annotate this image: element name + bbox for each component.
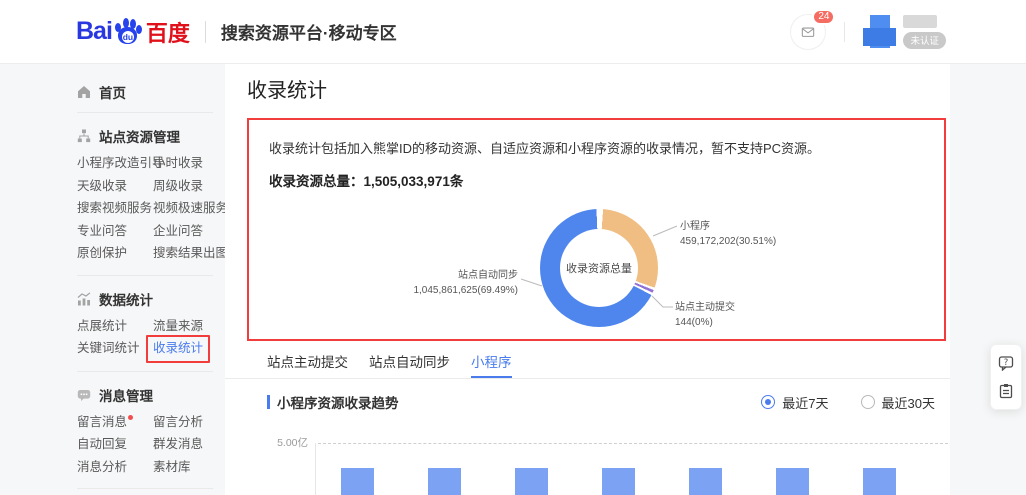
divider	[77, 371, 213, 372]
main-content: 收录统计 收录统计包括加入熊掌ID的移动资源、自适应资源和小程序资源的收录情况，…	[225, 64, 950, 495]
radio-icon	[861, 395, 875, 409]
sidebar-item-home[interactable]: 首页	[77, 82, 225, 102]
donut-center-label: 收录资源总量	[566, 260, 632, 276]
section-accent-bar	[267, 395, 270, 409]
sidebar-item[interactable]: 素材库	[153, 456, 225, 479]
donut-label-miniprogram: 小程序 459,172,202(30.51%)	[680, 219, 776, 249]
radio-last-30-days[interactable]: 最近30天	[861, 393, 935, 412]
trend-bar-chart[interactable]: 5.00亿	[225, 437, 950, 495]
sidebar-item[interactable]: 企业问答	[153, 220, 228, 243]
sidebar: 首页 站点资源管理 小程序改造引导 小时收录 天级收录 周级收录 搜索视频服务 …	[0, 64, 225, 495]
total-resources: 收录资源总量：1,505,033,971条	[269, 170, 463, 190]
tab-auto-sync[interactable]: 站点自动同步	[369, 351, 450, 378]
sidebar-item[interactable]: 小程序改造引导	[77, 152, 153, 175]
sidebar-item[interactable]: 关键词统计	[77, 337, 153, 361]
trend-bar[interactable]	[515, 468, 548, 495]
sidebar-item[interactable]: 搜索结果出图	[153, 242, 228, 265]
sidebar-item[interactable]: 小时收录	[153, 152, 228, 175]
radio-icon	[761, 395, 775, 409]
trend-bar[interactable]	[689, 468, 722, 495]
overview-description: 收录统计包括加入熊掌ID的移动资源、自适应资源和小程序资源的收录情况，暂不支持P…	[269, 138, 820, 157]
donut-hole: 收录资源总量	[560, 229, 638, 307]
baidu-logo: Bai du 百度	[76, 16, 190, 48]
divider	[77, 488, 213, 489]
user-meta: 未认证	[903, 15, 946, 49]
messages-button[interactable]: 24	[790, 14, 826, 50]
sidebar-item[interactable]: 周级收录	[153, 175, 228, 198]
divider	[77, 112, 213, 113]
verify-status-badge: 未认证	[903, 32, 946, 49]
logo-divider	[205, 21, 206, 43]
donut-label-auto-sync: 站点自动同步 1,045,861,625(69.49%)	[413, 268, 518, 298]
sidebar-links-data-stats: 点展统计 流量来源 关键词统计 收录统计	[77, 315, 225, 361]
sidebar-item[interactable]: 自动回复	[77, 433, 153, 456]
sidebar-links-messages: 留言消息 留言分析 自动回复 群发消息 消息分析 素材库	[77, 411, 225, 479]
logo-text-cn: 百度	[146, 16, 190, 48]
resource-type-tabs: 站点主动提交 站点自动同步 小程序	[225, 351, 950, 379]
page-title: 收录统计	[225, 64, 950, 103]
sidebar-item[interactable]: 留言消息	[77, 411, 153, 434]
sidebar-section-messages: 消息管理	[77, 385, 225, 405]
sitemap-icon	[77, 129, 91, 143]
sidebar-item[interactable]: 留言分析	[153, 411, 225, 434]
trend-header: 小程序资源收录趋势 最近7天 最近30天	[225, 392, 950, 412]
username-redacted	[903, 15, 937, 28]
gridline	[318, 443, 948, 444]
sidebar-item[interactable]: 天级收录	[77, 175, 153, 198]
overview-card-red-annotation: 收录统计包括加入熊掌ID的移动资源、自适应资源和小程序资源的收录情况，暂不支持P…	[247, 118, 946, 341]
sidebar-item[interactable]: 视频极速服务	[153, 197, 228, 220]
floating-toolbar: ?	[990, 344, 1022, 410]
red-highlight-ring: 收录统计	[146, 335, 210, 363]
sidebar-item[interactable]: 原创保护	[77, 242, 153, 265]
sidebar-item[interactable]: 搜索视频服务	[77, 197, 153, 220]
trend-bar[interactable]	[776, 468, 809, 495]
survey-form-icon[interactable]	[998, 383, 1014, 399]
sidebar-section-site-resources: 站点资源管理	[77, 126, 225, 146]
bar-chart-icon	[77, 292, 91, 306]
y-axis-tick: 5.00亿	[271, 437, 308, 449]
divider	[77, 275, 213, 276]
tab-miniprogram[interactable]: 小程序	[471, 351, 512, 378]
trend-title: 小程序资源收录趋势	[277, 392, 399, 412]
total-label: 收录资源总量：	[269, 174, 364, 189]
sidebar-item[interactable]: 点展统计	[77, 315, 153, 338]
sidebar-item[interactable]: 专业问答	[77, 220, 153, 243]
trend-bar[interactable]	[428, 468, 461, 495]
home-icon	[77, 85, 91, 99]
envelope-icon	[801, 25, 815, 39]
radio-last-7-days[interactable]: 最近7天	[761, 393, 828, 412]
top-header: Bai du 百度 搜索资源平台·移动专区 24 未认证	[0, 0, 1026, 64]
baidu-paw-icon: du	[113, 17, 143, 47]
trend-bar[interactable]	[602, 468, 635, 495]
feedback-question-icon[interactable]: ?	[998, 355, 1014, 371]
y-axis-line	[315, 443, 316, 495]
sidebar-section-data-stats: 数据统计	[77, 289, 225, 309]
trend-bar[interactable]	[863, 468, 896, 495]
sidebar-item[interactable]: 群发消息	[153, 433, 225, 456]
platform-title: 搜索资源平台·移动专区	[221, 19, 397, 44]
header-divider	[844, 22, 845, 42]
chat-bubble-icon	[77, 388, 91, 402]
total-value: 1,505,033,971条	[364, 174, 464, 189]
page: Bai du 百度 搜索资源平台·移动专区 24 未认证	[0, 0, 1026, 495]
sidebar-links-site-resources: 小程序改造引导 小时收录 天级收录 周级收录 搜索视频服务 视频极速服务 专业问…	[77, 152, 225, 265]
logo-text-bai: Bai	[76, 17, 112, 46]
sidebar-item-indexing-stats[interactable]: 收录统计	[153, 337, 225, 361]
donut-chart[interactable]: 收录资源总量	[540, 209, 658, 327]
trend-bar[interactable]	[341, 468, 374, 495]
tab-manual-submit[interactable]: 站点主动提交	[267, 351, 348, 378]
red-dot-badge	[128, 415, 133, 420]
svg-text:?: ?	[1004, 358, 1009, 368]
unread-count-badge: 24	[812, 9, 835, 25]
sidebar-item[interactable]: 消息分析	[77, 456, 153, 479]
sidebar-item[interactable]: 流量来源	[153, 315, 225, 338]
donut-label-manual-submit: 站点主动提交 144(0%)	[675, 300, 735, 330]
avatar[interactable]	[863, 15, 896, 48]
